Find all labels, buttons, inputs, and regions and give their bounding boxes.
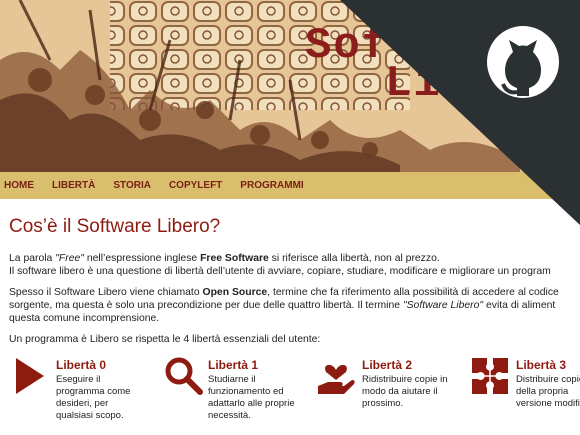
intro-paragraph: La parola "Free" nell’espressione ingles… (9, 252, 580, 278)
freedom-0: Libertà 0 Eseguire il programma come des… (14, 354, 164, 434)
freedom-1: Libertà 1 Studiarne il funzionamento ed … (164, 354, 314, 434)
puzzle-icon (472, 358, 508, 394)
open-source-paragraph: Spesso il Software Libero viene chiamato… (9, 287, 559, 324)
freedoms-intro: Un programma è Libero se rispetta le 4 l… (9, 334, 321, 345)
nav-copyleft[interactable]: COPYLEFT (169, 180, 222, 191)
nav-programmi[interactable]: PROGRAMMI (240, 180, 303, 191)
magnifier-icon (165, 357, 203, 395)
nav-home[interactable]: HOME (4, 180, 34, 191)
intro-line2: Il software libero è una questione di li… (9, 266, 551, 277)
freedoms-list: Libertà 0 Eseguire il programma come des… (0, 354, 580, 434)
github-icon (487, 26, 559, 98)
freedom-2: Libertà 2 Ridistribuire copie in modo da… (316, 354, 466, 434)
heart-hand-icon (318, 364, 355, 394)
nav-storia[interactable]: STORIA (113, 180, 151, 191)
nav-liberta[interactable]: LIBERTÀ (52, 180, 95, 191)
github-corner-link[interactable] (340, 0, 580, 225)
freedom-3: Libertà 3 Distribuire copie della propri… (470, 354, 580, 434)
play-icon (16, 358, 44, 394)
intro-line1: La parola "Free" nell’espressione ingles… (9, 253, 440, 264)
